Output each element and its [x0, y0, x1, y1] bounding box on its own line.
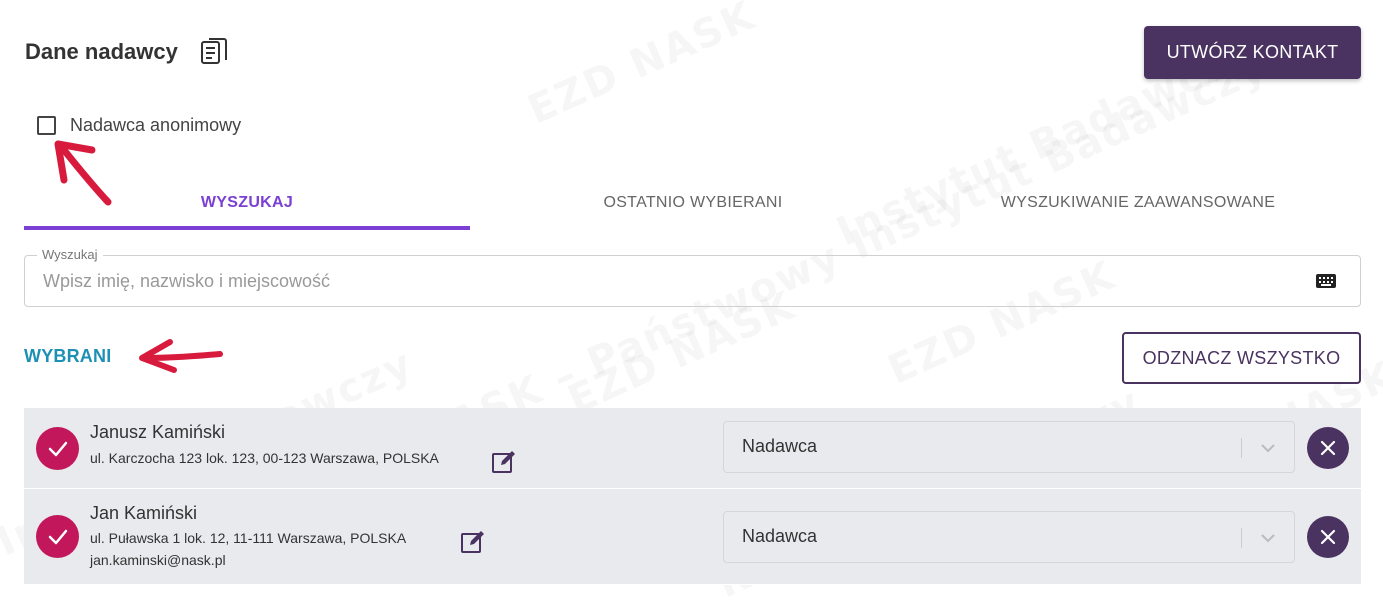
page-title: Dane nadawcy — [25, 39, 178, 64]
anonymous-sender-checkbox[interactable] — [37, 116, 56, 135]
deselect-all-button[interactable]: ODZNACZ WSZYSTKO — [1122, 332, 1361, 384]
page-header: Dane nadawcy — [25, 36, 230, 68]
role-select[interactable]: Nadawca — [723, 511, 1295, 563]
anonymous-sender-label: Nadawca anonimowy — [70, 115, 242, 135]
document-copy-icon[interactable] — [198, 36, 230, 68]
chevron-down-icon — [1261, 534, 1275, 543]
close-icon — [1320, 440, 1336, 456]
role-select-value: Nadawca — [742, 436, 818, 456]
keyboard-icon[interactable] — [1316, 272, 1336, 290]
edit-icon[interactable] — [491, 449, 517, 475]
search-field: Wyszukaj — [24, 247, 1361, 307]
chevron-down-icon — [1261, 444, 1275, 453]
tab-recently-selected[interactable]: OSTATNIO WYBIERANI — [470, 176, 916, 230]
tab-recently-selected-label: OSTATNIO WYBIERANI — [603, 194, 783, 211]
tab-active-indicator — [24, 226, 470, 230]
contact-address: ul. Puławska 1 lok. 12, 11-111 Warszawa,… — [90, 530, 407, 546]
selected-check-icon[interactable] — [36, 427, 79, 470]
contact-address: ul. Karczocha 123 lok. 123, 00-123 Warsz… — [90, 450, 439, 466]
list-item: Janusz Kamiński ul. Karczocha 123 lok. 1… — [24, 408, 1361, 489]
close-icon — [1320, 529, 1336, 545]
selected-section-title: WYBRANI — [24, 346, 112, 366]
tab-advanced-search-label: WYSZUKIWANIE ZAAWANSOWANE — [1000, 194, 1276, 211]
selected-check-icon[interactable] — [36, 515, 79, 558]
tab-search[interactable]: WYSZUKAJ — [24, 176, 470, 230]
contact-name: Jan Kamiński — [90, 503, 198, 523]
list-item: Jan Kamiński ul. Puławska 1 lok. 12, 11-… — [24, 489, 1361, 585]
select-separator — [1241, 528, 1242, 548]
role-select-value: Nadawca — [742, 526, 818, 546]
search-tabs: WYSZUKAJ OSTATNIO WYBIERANI WYSZUKIWANIE… — [24, 176, 1361, 230]
annotation-arrow-icon — [139, 339, 223, 373]
remove-contact-button[interactable] — [1307, 516, 1349, 558]
search-input[interactable] — [43, 269, 1303, 293]
search-field-label: Wyszukaj — [37, 247, 103, 262]
create-contact-button[interactable]: UTWÓRZ KONTAKT — [1144, 26, 1361, 79]
select-separator — [1241, 438, 1242, 458]
tab-search-label: WYSZUKAJ — [200, 194, 294, 211]
tab-advanced-search[interactable]: WYSZUKIWANIE ZAAWANSOWANE — [915, 176, 1361, 230]
contact-email: jan.kaminski@nask.pl — [90, 552, 226, 568]
role-select[interactable]: Nadawca — [723, 421, 1295, 473]
remove-contact-button[interactable] — [1307, 427, 1349, 469]
contact-name: Janusz Kamiński — [90, 422, 226, 442]
edit-icon[interactable] — [460, 529, 486, 555]
selected-list: Janusz Kamiński ul. Karczocha 123 lok. 1… — [24, 408, 1361, 585]
anonymous-sender-option[interactable]: Nadawca anonimowy — [37, 115, 241, 136]
